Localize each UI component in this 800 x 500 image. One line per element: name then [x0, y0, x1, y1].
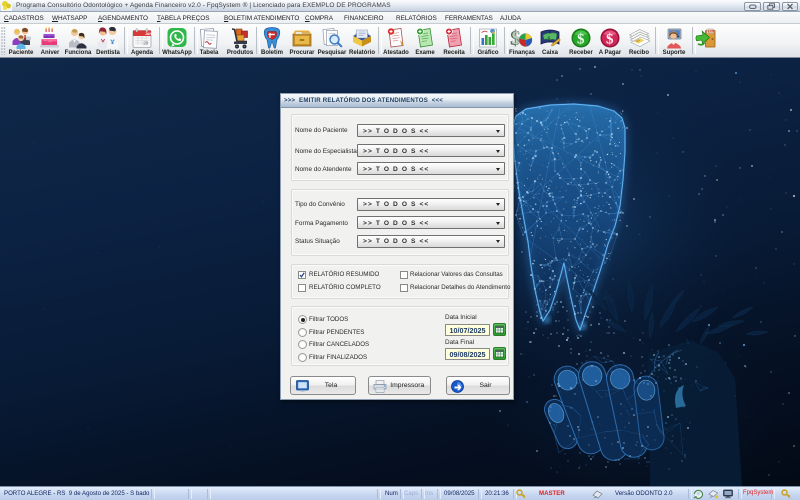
svg-text:$: $ [577, 32, 585, 48]
svg-text:EXIT: EXIT [708, 30, 715, 34]
svg-text:$: $ [606, 32, 614, 48]
svg-text:$: $ [548, 36, 551, 43]
svg-text:29: 29 [143, 41, 149, 46]
svg-text:JAN: JAN [145, 32, 152, 36]
